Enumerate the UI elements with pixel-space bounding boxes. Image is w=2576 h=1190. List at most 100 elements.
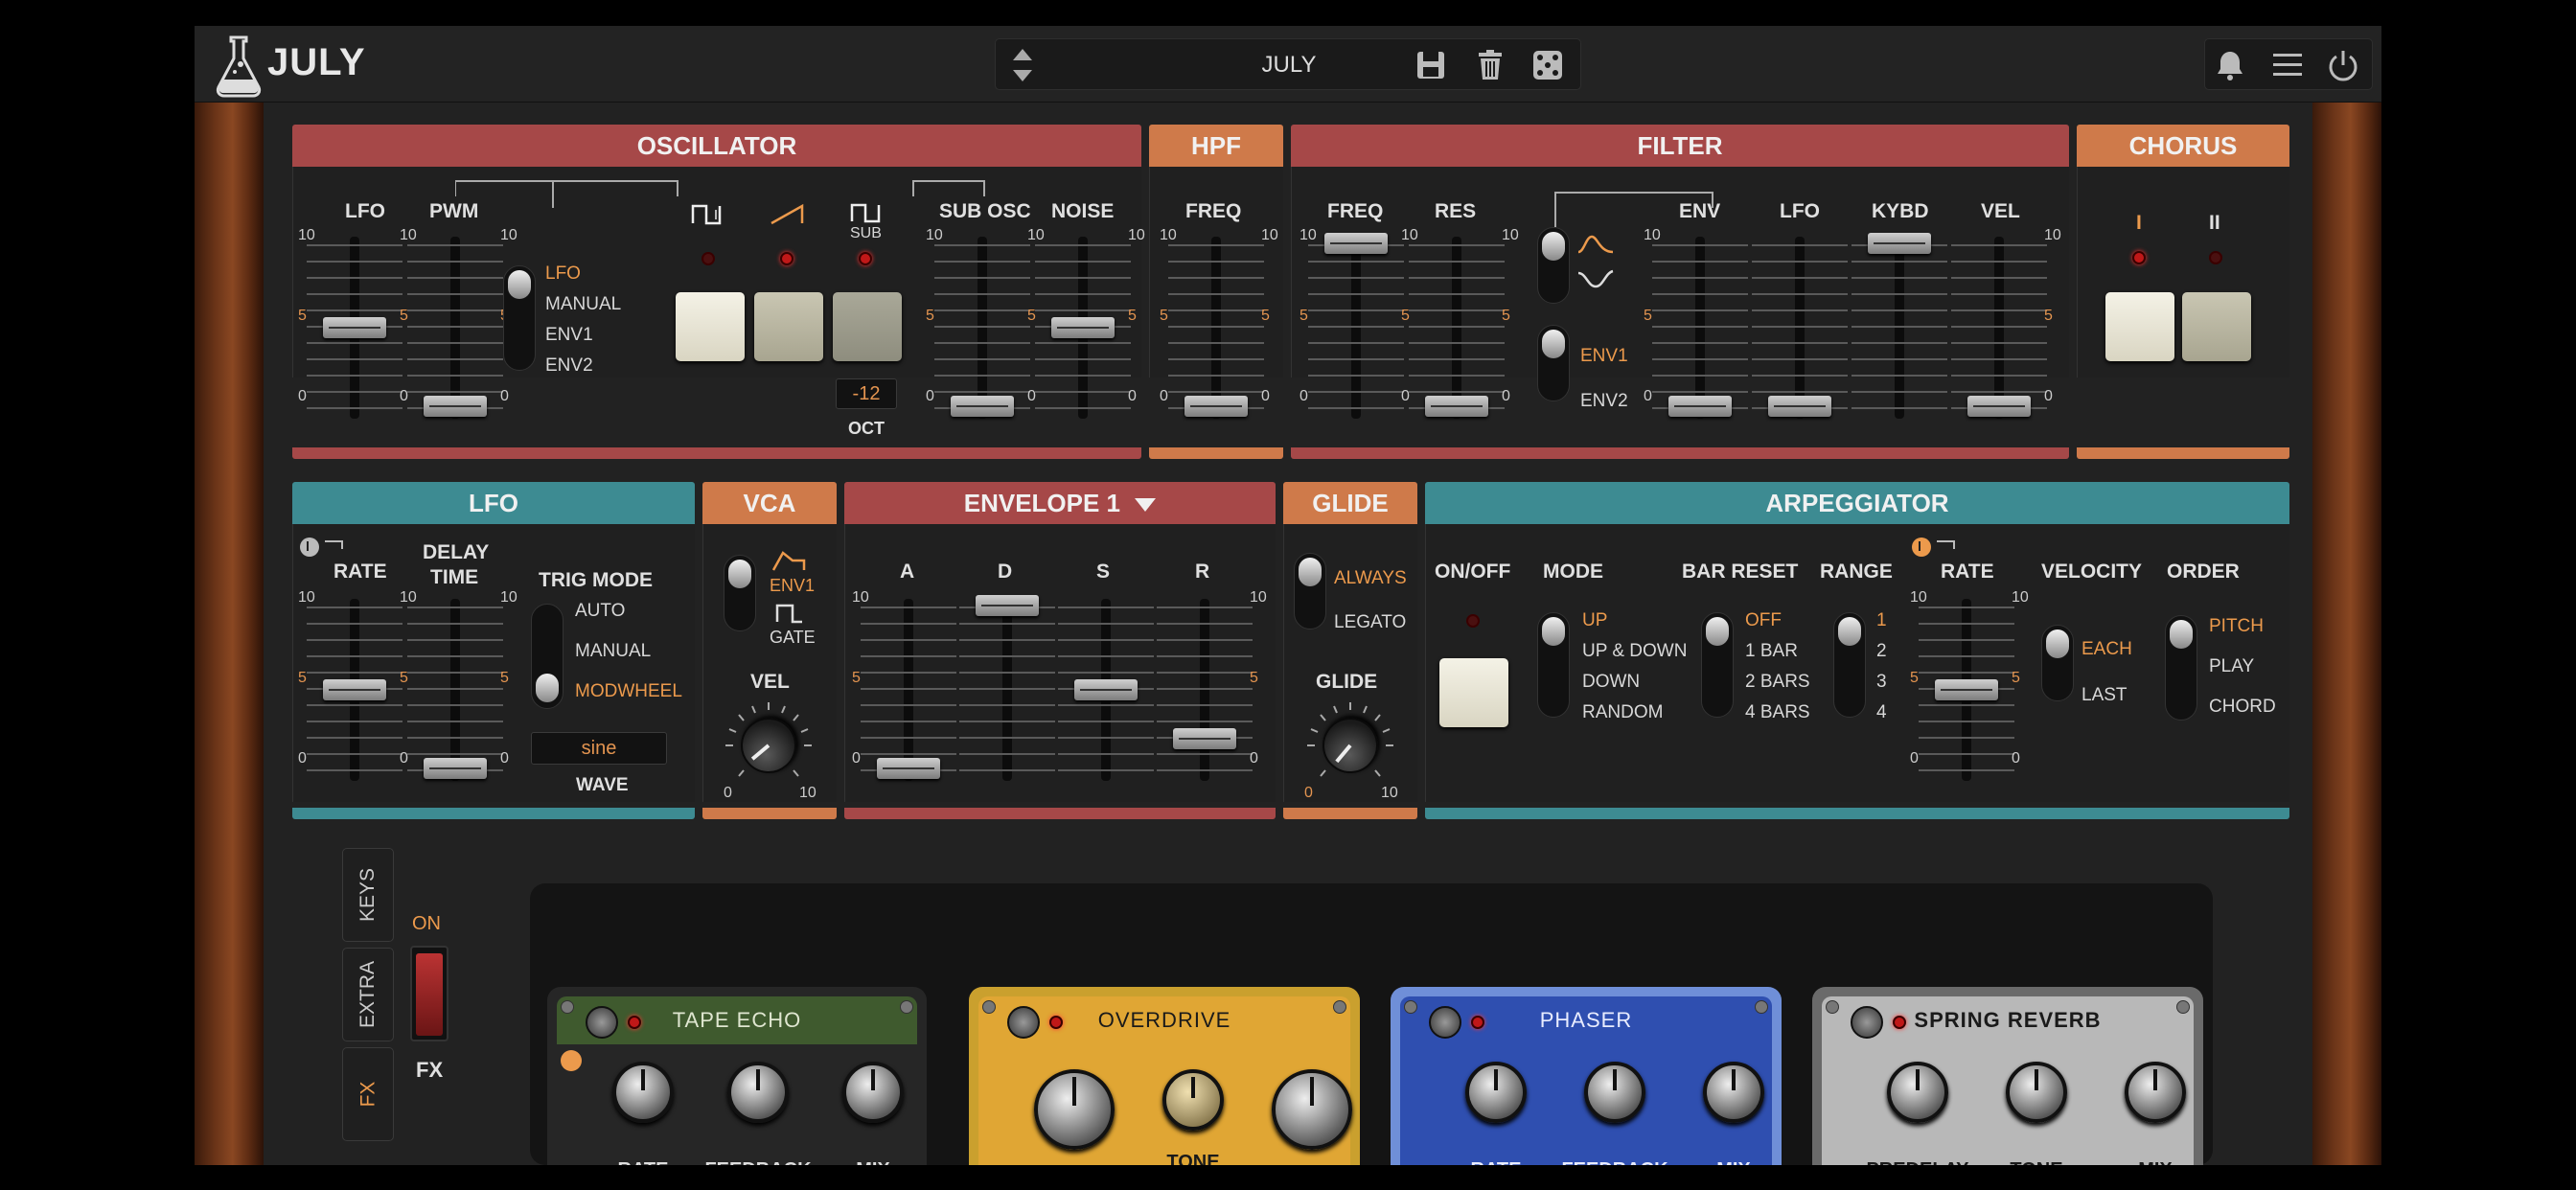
- tab-extra[interactable]: EXTRA: [342, 948, 394, 1041]
- envelope-header[interactable]: ENVELOPE 1: [844, 482, 1276, 524]
- pedal-knob-mix[interactable]: [2125, 1062, 2186, 1123]
- hpf-freq-slider[interactable]: 10 10 5 5 0 0: [1160, 227, 1278, 419]
- osc-pwm-slider[interactable]: 1050: [402, 227, 518, 419]
- oct-value[interactable]: -12: [836, 378, 897, 409]
- pedal-knob-mix[interactable]: [1272, 1069, 1352, 1150]
- filter-env-switch[interactable]: [1537, 325, 1570, 401]
- pedal-knob-tone[interactable]: [2006, 1062, 2067, 1123]
- vca-env1-option[interactable]: ENV1: [770, 576, 815, 596]
- env-a-slider[interactable]: 10 5 0: [852, 589, 961, 781]
- glide-always-option[interactable]: ALWAYS: [1334, 568, 1407, 589]
- arp-order-chord[interactable]: CHORD: [2209, 697, 2276, 718]
- arp-range-3[interactable]: 3: [1876, 672, 1887, 693]
- arp-vel-last[interactable]: LAST: [2082, 685, 2128, 706]
- glide-legato-option[interactable]: LEGATO: [1334, 612, 1406, 633]
- trig-manual[interactable]: MANUAL: [575, 641, 651, 662]
- arp-bar-4[interactable]: 4 BARS: [1745, 702, 1810, 723]
- arp-order-play[interactable]: PLAY: [2209, 656, 2254, 677]
- osc-mode-env2[interactable]: ENV2: [545, 355, 593, 377]
- sub-button[interactable]: [833, 292, 902, 361]
- pedal-knob-predelay[interactable]: [1887, 1062, 1948, 1123]
- chorus-one-button[interactable]: [2105, 292, 2174, 361]
- pedal-bypass-button[interactable]: [1429, 1006, 1461, 1039]
- filter-env2-option[interactable]: ENV2: [1580, 391, 1628, 412]
- arp-range-switch[interactable]: [1833, 612, 1866, 718]
- lfo-sync-note-icon[interactable]: [298, 536, 352, 559]
- env-s-slider[interactable]: [1053, 599, 1159, 781]
- arp-bar-off[interactable]: OFF: [1745, 610, 1782, 631]
- pulse-button[interactable]: [676, 292, 745, 361]
- dice-icon[interactable]: [1530, 48, 1565, 82]
- filter-type-switch[interactable]: [1537, 227, 1570, 304]
- save-icon[interactable]: [1414, 48, 1448, 82]
- osc-mode-env1[interactable]: ENV1: [545, 325, 593, 346]
- arp-range-4[interactable]: 4: [1876, 702, 1887, 723]
- pedal-knob-rate[interactable]: [612, 1062, 674, 1123]
- tab-fx[interactable]: FX: [342, 1047, 394, 1141]
- arp-velocity-switch[interactable]: [2041, 625, 2074, 701]
- env-d-slider[interactable]: [954, 595, 1060, 781]
- noise-slider[interactable]: 10 5 0: [1030, 227, 1145, 419]
- filter-env-slider[interactable]: 10 5 0: [1644, 227, 1753, 419]
- pedal-knob-mix[interactable]: [842, 1062, 904, 1123]
- pedal-knob-drive[interactable]: [1034, 1069, 1115, 1150]
- osc-mode-manual[interactable]: MANUAL: [545, 294, 621, 315]
- pedal-knob-mix[interactable]: [1703, 1062, 1764, 1123]
- filter-res-slider[interactable]: 10 5 0: [1404, 227, 1519, 419]
- pedal-knob-tone[interactable]: [1162, 1069, 1224, 1131]
- chevron-down-icon[interactable]: [1135, 498, 1157, 513]
- filter-freq-slider[interactable]: 10 10 5 5 0 0: [1300, 227, 1418, 419]
- menu-icon[interactable]: [2270, 48, 2305, 82]
- filter-env1-option[interactable]: ENV1: [1580, 346, 1628, 367]
- filter-vel-slider[interactable]: 10 5 0: [1946, 227, 2061, 419]
- arp-order-pitch[interactable]: PITCH: [2209, 616, 2264, 637]
- trig-mode-switch[interactable]: [531, 604, 564, 709]
- saw-button[interactable]: [754, 292, 823, 361]
- preset-name[interactable]: JULY: [1159, 39, 1419, 91]
- arp-sync-note-icon[interactable]: [1910, 536, 1964, 559]
- arp-mode-random[interactable]: RANDOM: [1582, 702, 1663, 723]
- arp-range-2[interactable]: 2: [1876, 641, 1887, 662]
- power-icon[interactable]: [2326, 48, 2360, 82]
- sub-osc-slider[interactable]: 10 10 5 5 0 0: [926, 227, 1045, 419]
- arp-vel-each[interactable]: EACH: [2082, 639, 2132, 660]
- arp-mode-up[interactable]: UP: [1582, 610, 1607, 631]
- pedal-knob-rate[interactable]: [1465, 1062, 1527, 1123]
- tape-echo-sync-note-icon[interactable]: [561, 1050, 582, 1071]
- osc-mode-lfo[interactable]: LFO: [545, 263, 581, 285]
- pedal-bypass-button[interactable]: [1007, 1006, 1040, 1039]
- trash-icon[interactable]: [1473, 48, 1507, 82]
- arp-onoff-button[interactable]: [1439, 658, 1508, 727]
- arp-range-1[interactable]: 1: [1876, 610, 1887, 631]
- pedal-bypass-button[interactable]: [586, 1006, 618, 1039]
- pedal-knob-feedback[interactable]: [727, 1062, 789, 1123]
- filter-kybd-slider[interactable]: [1847, 233, 1952, 419]
- arp-bar-reset-switch[interactable]: [1701, 612, 1734, 718]
- tab-keys[interactable]: KEYS: [342, 848, 394, 942]
- fx-power-switch[interactable]: [410, 946, 448, 1041]
- glide-mode-switch[interactable]: [1294, 553, 1326, 629]
- chorus-two-button[interactable]: [2182, 292, 2251, 361]
- pedal-bypass-button[interactable]: [1851, 1006, 1883, 1039]
- lfo-rate-slider[interactable]: 10 10 5 5 0 0: [298, 589, 417, 781]
- bell-icon[interactable]: [2213, 48, 2247, 82]
- vca-mode-switch[interactable]: [724, 555, 756, 631]
- lfo-wave-select[interactable]: sine: [531, 732, 667, 765]
- pedal-knob-feedback[interactable]: [1584, 1062, 1645, 1123]
- arp-bar-1[interactable]: 1 BAR: [1745, 641, 1798, 662]
- trig-modwheel[interactable]: MODWHEEL: [575, 681, 682, 702]
- filter-lfo-slider[interactable]: [1747, 237, 1852, 419]
- arp-bar-2[interactable]: 2 BARS: [1745, 672, 1810, 693]
- arp-mode-switch[interactable]: [1537, 612, 1570, 718]
- trig-auto[interactable]: AUTO: [575, 601, 625, 622]
- env-r-slider[interactable]: 10 5 0: [1152, 589, 1267, 781]
- osc-lfo-slider[interactable]: 10 10 5 5 0 0: [298, 227, 417, 419]
- osc-mode-switch[interactable]: [503, 265, 536, 371]
- lfo-delay-slider[interactable]: 10 5 0: [402, 589, 518, 781]
- vca-gate-option[interactable]: GATE: [770, 628, 816, 648]
- preset-up-down-icon[interactable]: [1005, 43, 1040, 87]
- arp-rate-slider[interactable]: 10 10 5 5 0 0: [1910, 589, 2029, 781]
- arp-mode-down[interactable]: DOWN: [1582, 672, 1640, 693]
- arp-order-switch[interactable]: [2165, 615, 2197, 721]
- arp-mode-updown[interactable]: UP & DOWN: [1582, 641, 1687, 662]
